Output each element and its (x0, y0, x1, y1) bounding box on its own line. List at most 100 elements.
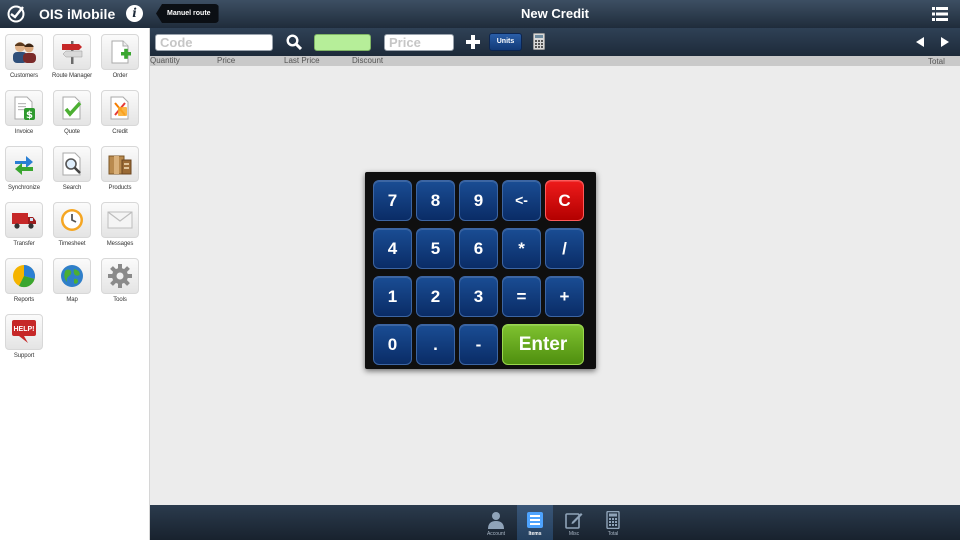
price-input[interactable] (384, 34, 454, 51)
key-enter[interactable]: Enter (502, 324, 584, 365)
sidebar-item-tools[interactable]: Tools (98, 258, 142, 310)
svg-text:HELP!: HELP! (14, 326, 35, 333)
customers-icon (13, 42, 36, 63)
column-total: Total (928, 57, 945, 66)
key-9[interactable]: 9 (459, 180, 498, 221)
key-4[interactable]: 4 (373, 228, 412, 269)
key-0[interactable]: 0 (373, 324, 412, 365)
tab-label: Total (607, 531, 619, 537)
menu-list-icon[interactable] (932, 7, 948, 21)
sidebar-item-support[interactable]: HELP! Support (2, 314, 46, 366)
search-icon (62, 152, 81, 176)
pie-chart-icon (13, 265, 36, 288)
add-icon[interactable] (466, 35, 480, 49)
sidebar-item-products[interactable]: Products (98, 146, 142, 198)
key-8[interactable]: 8 (416, 180, 455, 221)
sidebar-item-label: Messages (106, 241, 134, 247)
sidebar-item-label: Transfer (13, 241, 35, 247)
sidebar-item-timesheet[interactable]: Timesheet (50, 202, 94, 254)
key-minus[interactable]: - (459, 324, 498, 365)
sidebar-item-route-manager[interactable]: Route Manager (50, 34, 94, 86)
order-icon (111, 40, 131, 64)
sidebar-item-label: Route Manager (51, 73, 93, 79)
tab-total[interactable]: Total (595, 505, 631, 540)
sidebar: OIS iMobile i Customers Route Manager Or… (0, 0, 150, 540)
sidebar-item-label: Support (13, 353, 35, 359)
key-backspace[interactable]: <- (502, 180, 541, 221)
key-2[interactable]: 2 (416, 276, 455, 317)
invoice-icon: $ (14, 96, 35, 121)
next-arrow-icon[interactable] (941, 37, 949, 47)
sidebar-item-label: Map (66, 297, 78, 303)
sidebar-header: OIS iMobile i (0, 0, 150, 28)
synchronize-icon (15, 156, 33, 175)
globe-icon (61, 265, 83, 287)
key-multiply[interactable]: * (502, 228, 541, 269)
sidebar-item-label: Synchronize (8, 185, 40, 191)
help-bubble-icon: HELP! (12, 320, 36, 343)
calculator-icon[interactable] (533, 33, 545, 50)
gear-icon (108, 264, 132, 288)
info-icon[interactable]: i (126, 5, 143, 22)
envelope-icon (107, 211, 133, 229)
key-divide[interactable]: / (545, 228, 584, 269)
key-3[interactable]: 3 (459, 276, 498, 317)
sidebar-item-label: Search (62, 185, 82, 191)
credit-icon (110, 96, 129, 120)
tab-misc[interactable]: Misc (556, 505, 592, 540)
column-discount: Discount (352, 56, 384, 65)
key-7[interactable]: 7 (373, 180, 412, 221)
sidebar-item-label: Reports (13, 297, 35, 303)
previous-arrow-icon[interactable] (916, 37, 924, 47)
search-icon[interactable] (286, 34, 302, 50)
key-plus[interactable]: + (545, 276, 584, 317)
quote-icon (62, 96, 82, 120)
app-title: OIS iMobile (39, 6, 116, 22)
sidebar-item-quote[interactable]: Quote (50, 90, 94, 142)
column-last-price: Last Price (284, 56, 320, 65)
key-clear[interactable]: C (545, 180, 584, 221)
item-entry-toolbar: Units (150, 28, 960, 56)
sidebar-item-reports[interactable]: Reports (2, 258, 46, 310)
sidebar-item-synchronize[interactable]: Synchronize (2, 146, 46, 198)
back-button[interactable]: Manuel route (156, 4, 219, 23)
sidebar-item-invoice[interactable]: $ Invoice (2, 90, 46, 142)
transfer-truck-icon (12, 213, 36, 229)
key-1[interactable]: 1 (373, 276, 412, 317)
key-equals[interactable]: = (502, 276, 541, 317)
tab-label: Account (486, 531, 506, 537)
code-input[interactable] (155, 34, 273, 51)
key-6[interactable]: 6 (459, 228, 498, 269)
sidebar-item-label: Order (112, 73, 128, 79)
sidebar-item-search[interactable]: Search (50, 146, 94, 198)
calculator-icon (606, 511, 620, 529)
sidebar-item-map[interactable]: Map (50, 258, 94, 310)
sidebar-item-label: Customers (9, 73, 39, 79)
column-price: Price (217, 56, 236, 65)
sidebar-item-label: Invoice (14, 129, 34, 135)
sidebar-item-label: Timesheet (58, 241, 86, 247)
sidebar-item-messages[interactable]: Messages (98, 202, 142, 254)
column-quantity: Quantity (150, 56, 180, 65)
sidebar-item-credit[interactable]: Credit (98, 90, 142, 142)
items-list-icon (527, 512, 543, 528)
tab-account[interactable]: Account (478, 505, 514, 540)
sidebar-item-transfer[interactable]: Transfer (2, 202, 46, 254)
quantity-input[interactable] (314, 34, 371, 51)
sidebar-item-customers[interactable]: Customers (2, 34, 46, 86)
svg-text:$: $ (26, 110, 33, 121)
key-5[interactable]: 5 (416, 228, 455, 269)
clock-icon (61, 209, 83, 231)
sidebar-item-label: Products (108, 185, 132, 191)
tab-label: Items (528, 531, 542, 537)
sidebar-item-label: Credit (112, 129, 128, 135)
units-button[interactable]: Units (489, 33, 522, 51)
tab-items[interactable]: Items (517, 505, 553, 540)
top-bar: New Credit Manuel route (150, 0, 960, 28)
sidebar-item-order[interactable]: Order (98, 34, 142, 86)
key-decimal[interactable]: . (416, 324, 455, 365)
products-icon (108, 155, 132, 175)
sidebar-item-label: Tools (113, 297, 127, 303)
column-header-row: Quantity Price Last Price Discount Total (150, 56, 960, 66)
page-title: New Credit (521, 6, 589, 21)
